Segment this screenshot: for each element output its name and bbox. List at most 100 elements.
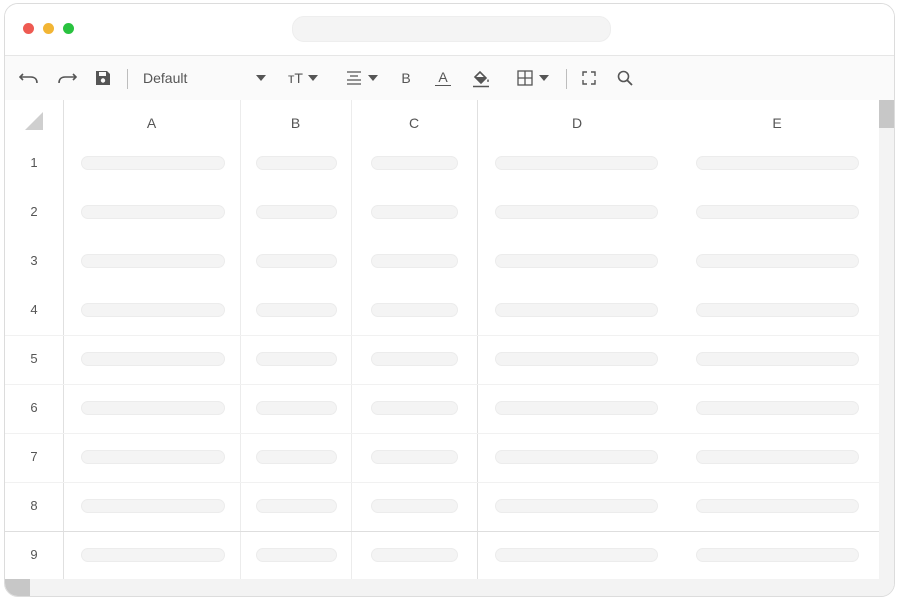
column-header-c[interactable]: C [351, 100, 477, 146]
cell-c2[interactable] [371, 205, 458, 219]
cell-d2[interactable] [495, 205, 658, 219]
chevron-down-icon [256, 75, 266, 81]
cell-e4[interactable] [696, 303, 859, 317]
cell-e1[interactable] [696, 156, 859, 170]
column-header-e[interactable]: E [677, 100, 877, 146]
minimize-button[interactable] [43, 23, 54, 34]
font-size-select[interactable]: тT [283, 56, 323, 100]
row-header-9[interactable]: 9 [5, 530, 63, 579]
row-header-7[interactable]: 7 [5, 432, 63, 481]
vertical-scrollbar[interactable] [879, 100, 894, 579]
chevron-down-icon [307, 75, 318, 81]
align-select[interactable] [341, 56, 383, 100]
cell-b3[interactable] [256, 254, 337, 268]
search-button[interactable] [616, 56, 634, 100]
row-divider [5, 482, 879, 483]
horizontal-scrollbar[interactable] [5, 579, 894, 596]
bold-icon: B [401, 70, 411, 86]
save-icon[interactable] [93, 56, 113, 100]
font-size-icon: тT [288, 70, 303, 86]
text-color-icon: A [435, 70, 451, 86]
cell-d3[interactable] [495, 254, 658, 268]
cell-a2[interactable] [81, 205, 225, 219]
cell-d4[interactable] [495, 303, 658, 317]
cell-e8[interactable] [696, 499, 859, 513]
cell-b4[interactable] [256, 303, 337, 317]
cell-d6[interactable] [495, 401, 658, 415]
cell-d5[interactable] [495, 352, 658, 366]
cell-d9[interactable] [495, 548, 658, 562]
cell-e3[interactable] [696, 254, 859, 268]
maximize-button[interactable] [63, 23, 74, 34]
row-header-1[interactable]: 1 [5, 138, 63, 187]
row-header-3[interactable]: 3 [5, 236, 63, 285]
cell-b1[interactable] [256, 156, 337, 170]
column-divider [477, 100, 478, 579]
spreadsheet-window: Default тT B A A B C D E 1 2 3 4 5 6 7 8… [4, 3, 895, 597]
row-header-5[interactable]: 5 [5, 334, 63, 383]
cell-c6[interactable] [371, 401, 458, 415]
column-header-d[interactable]: D [477, 100, 677, 146]
cell-a5[interactable] [81, 352, 225, 366]
address-bar[interactable] [292, 16, 611, 42]
cell-c7[interactable] [371, 450, 458, 464]
cell-b7[interactable] [256, 450, 337, 464]
cell-e5[interactable] [696, 352, 859, 366]
undo-icon[interactable] [17, 56, 41, 100]
cell-c9[interactable] [371, 548, 458, 562]
cell-e7[interactable] [696, 450, 859, 464]
row-header-divider [63, 100, 64, 579]
cell-e6[interactable] [696, 401, 859, 415]
fill-color-icon [473, 70, 489, 88]
cell-c4[interactable] [371, 303, 458, 317]
row-divider [5, 335, 879, 336]
cell-a1[interactable] [81, 156, 225, 170]
cell-e9[interactable] [696, 548, 859, 562]
column-header-b[interactable]: B [240, 100, 351, 146]
cell-c3[interactable] [371, 254, 458, 268]
cell-a9[interactable] [81, 548, 225, 562]
cell-a3[interactable] [81, 254, 225, 268]
fill-color-button[interactable] [470, 56, 492, 100]
toolbar-separator [566, 69, 567, 89]
chevron-down-icon [368, 75, 378, 81]
row-header-8[interactable]: 8 [5, 481, 63, 530]
cell-a8[interactable] [81, 499, 225, 513]
redo-icon[interactable] [55, 56, 79, 100]
cell-b8[interactable] [256, 499, 337, 513]
horizontal-scrollbar-thumb[interactable] [5, 579, 30, 596]
vertical-scrollbar-thumb[interactable] [879, 100, 894, 128]
close-button[interactable] [23, 23, 34, 34]
cell-d8[interactable] [495, 499, 658, 513]
cell-d1[interactable] [495, 156, 658, 170]
search-icon [617, 70, 633, 86]
cell-b2[interactable] [256, 205, 337, 219]
text-color-button[interactable]: A [431, 56, 455, 100]
row-header-4[interactable]: 4 [5, 285, 63, 334]
cell-c8[interactable] [371, 499, 458, 513]
cell-b9[interactable] [256, 548, 337, 562]
cell-a4[interactable] [81, 303, 225, 317]
row-header-6[interactable]: 6 [5, 383, 63, 432]
cell-d7[interactable] [495, 450, 658, 464]
column-header-a[interactable]: A [63, 100, 240, 146]
bold-button[interactable]: B [397, 56, 415, 100]
column-divider [240, 100, 241, 579]
cell-c1[interactable] [371, 156, 458, 170]
font-family-select[interactable]: Default [143, 64, 268, 92]
cell-e2[interactable] [696, 205, 859, 219]
align-center-icon [347, 71, 361, 85]
chevron-down-icon [539, 75, 549, 81]
cell-c5[interactable] [371, 352, 458, 366]
row-header-2[interactable]: 2 [5, 187, 63, 236]
cell-b6[interactable] [256, 401, 337, 415]
borders-select[interactable] [512, 56, 554, 100]
spreadsheet-grid[interactable]: A B C D E 1 2 3 4 5 6 7 8 9 [5, 100, 879, 579]
cell-a7[interactable] [81, 450, 225, 464]
cell-a6[interactable] [81, 401, 225, 415]
fullscreen-button[interactable] [580, 56, 598, 100]
row-divider [5, 433, 879, 434]
cell-b5[interactable] [256, 352, 337, 366]
column-divider [351, 100, 352, 579]
fullscreen-icon [582, 71, 596, 85]
